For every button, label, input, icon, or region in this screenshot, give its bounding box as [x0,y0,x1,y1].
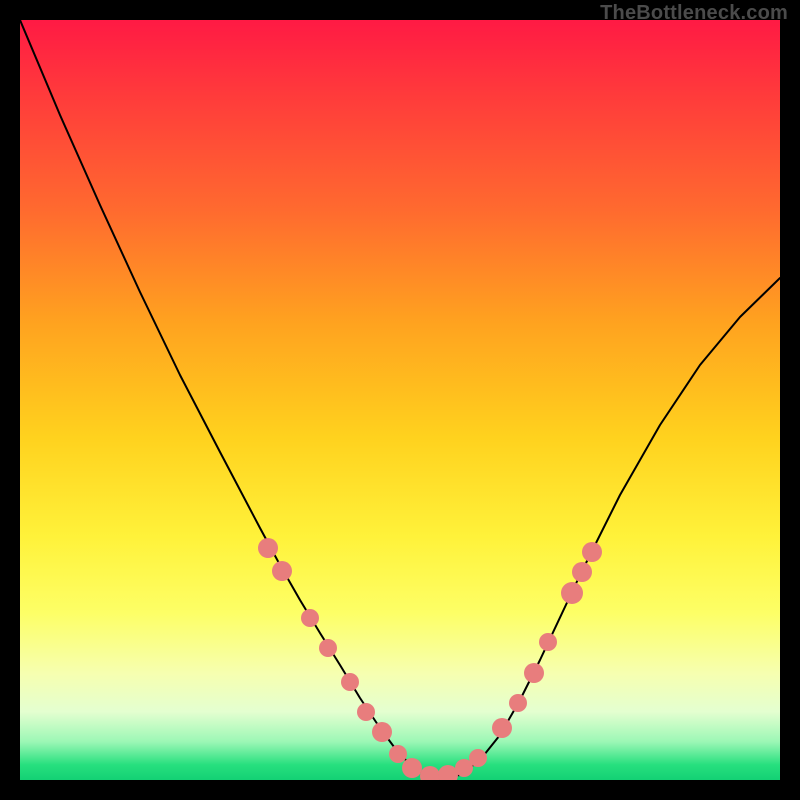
data-marker [258,538,278,558]
data-marker [357,703,375,721]
watermark-label: TheBottleneck.com [600,2,788,25]
data-marker [492,718,512,738]
data-marker [582,542,602,562]
chart-frame: TheBottleneck.com [0,0,800,800]
data-marker [438,765,458,780]
data-marker [341,673,359,691]
data-marker [372,722,392,742]
bottleneck-chart [20,20,780,780]
data-marker [469,749,487,767]
data-marker [509,694,527,712]
data-marker [389,745,407,763]
curve-line [20,20,780,778]
plot-area [20,20,780,780]
data-marker [319,639,337,657]
data-marker [272,561,292,581]
data-marker [402,758,422,778]
data-marker [539,633,557,651]
data-marker [420,766,440,780]
data-marker [561,582,583,604]
data-marker [301,609,319,627]
data-marker [524,663,544,683]
data-marker [572,562,592,582]
